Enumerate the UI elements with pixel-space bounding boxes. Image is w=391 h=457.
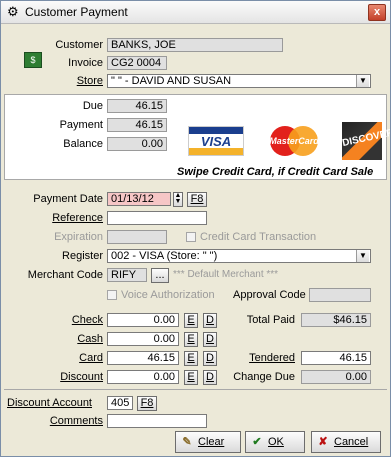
invoice-label: Invoice (68, 57, 103, 69)
close-button[interactable]: x (368, 4, 386, 21)
credit-card-transaction-checkbox[interactable] (186, 232, 196, 242)
divider (4, 389, 387, 390)
due-label: Due (82, 100, 103, 112)
clear-button[interactable]: ✎ Clear (175, 431, 241, 453)
customer-field: BANKS, JOE (107, 38, 283, 52)
payment-label: Payment (59, 119, 103, 131)
check-e-button[interactable]: E (184, 313, 198, 328)
customer-label: Customer (55, 39, 103, 51)
card-label: Card (79, 352, 103, 364)
discount-d-button[interactable]: D (203, 370, 217, 385)
payment-field: 46.15 (107, 118, 167, 132)
mastercard-logo: MasterCard (266, 124, 322, 158)
comments-field[interactable] (107, 414, 207, 428)
check-field[interactable]: 0.00 (107, 313, 179, 327)
register-select[interactable]: 002 - VISA (Store: " ") ▼ (107, 249, 371, 263)
discount-account-field[interactable]: 405 (107, 396, 133, 410)
date-spinner[interactable]: ▲ ▼ (173, 192, 183, 207)
cash-label: Cash (77, 333, 103, 345)
card-e-button[interactable]: E (184, 351, 198, 366)
expiration-label: Expiration (54, 231, 103, 243)
register-value: 002 - VISA (Store: " ") (111, 250, 218, 262)
balance-field: 0.00 (107, 137, 167, 151)
ok-button[interactable]: ✔ OK (245, 431, 305, 453)
merchant-code-field: RIFY (107, 268, 147, 282)
store-label: Store (76, 75, 103, 87)
swipe-instruction: Swipe Credit Card, if Credit Card Sale (177, 166, 374, 178)
due-field: 46.15 (107, 99, 167, 113)
approval-code-label: Approval Code (233, 289, 306, 301)
change-due-label: Change Due (233, 371, 295, 383)
payment-date-f8-button[interactable]: F8 (187, 192, 207, 207)
check-icon: ✔ (252, 436, 262, 448)
cash-d-button[interactable]: D (203, 332, 217, 347)
close-icon: ✘ (318, 436, 328, 448)
payment-date-field[interactable]: 01/13/12 (107, 192, 171, 206)
chevron-down-icon[interactable]: ▼ (356, 75, 369, 87)
discount-field[interactable]: 0.00 (107, 370, 179, 384)
comments-label: Comments (49, 415, 103, 427)
credit-card-transaction-label: Credit Card Transaction (200, 231, 317, 243)
store-select[interactable]: " " - DAVID AND SUSAN ▼ (107, 74, 371, 88)
register-label: Register (62, 250, 103, 262)
balance-label: Balance (63, 138, 103, 150)
reference-label: Reference (52, 212, 103, 224)
reference-field[interactable] (107, 211, 207, 225)
title-bar[interactable]: ⚙ Customer Payment x (1, 1, 390, 24)
tendered-label: Tendered (249, 352, 295, 364)
tendered-field[interactable]: 46.15 (301, 351, 371, 365)
cash-field[interactable]: 0.00 (107, 332, 179, 346)
merchant-code-label: Merchant Code (27, 269, 103, 281)
visa-logo: VISA (188, 126, 244, 156)
card-d-button[interactable]: D (203, 351, 217, 366)
expiration-field (107, 230, 167, 244)
discount-e-button[interactable]: E (184, 370, 198, 385)
discount-account-label: Discount Account (7, 397, 92, 409)
voice-authorization-checkbox[interactable] (107, 290, 117, 300)
check-d-button[interactable]: D (203, 313, 217, 328)
card-field[interactable]: 46.15 (107, 351, 179, 365)
change-due-field: 0.00 (301, 370, 371, 384)
merchant-browse-button[interactable]: ... (151, 268, 169, 283)
discover-logo: DISCOVER (341, 122, 390, 160)
voice-authorization-label: Voice Authorization (121, 289, 215, 301)
customer-card-icon: $ (24, 52, 42, 68)
customer-payment-window: ⚙ Customer Payment x Customer BANKS, JOE… (0, 0, 391, 457)
cancel-button[interactable]: ✘ Cancel (311, 431, 381, 453)
chevron-down-icon[interactable]: ▼ (356, 250, 369, 262)
total-paid-field: $46.15 (301, 313, 371, 327)
payment-date-label: Payment Date (33, 193, 103, 205)
window-title: Customer Payment (25, 5, 128, 19)
cash-e-button[interactable]: E (184, 332, 198, 347)
approval-code-field (309, 288, 371, 302)
invoice-field: CG2 0004 (107, 56, 167, 70)
discount-label: Discount (60, 371, 103, 383)
app-icon: ⚙ (7, 4, 19, 19)
broom-icon: ✎ (182, 436, 192, 448)
total-paid-label: Total Paid (246, 314, 295, 326)
discount-account-f8-button[interactable]: F8 (137, 396, 157, 411)
default-merchant-note: *** Default Merchant *** (173, 269, 279, 280)
check-label: Check (71, 314, 103, 326)
store-value: " " - DAVID AND SUSAN (111, 75, 232, 87)
